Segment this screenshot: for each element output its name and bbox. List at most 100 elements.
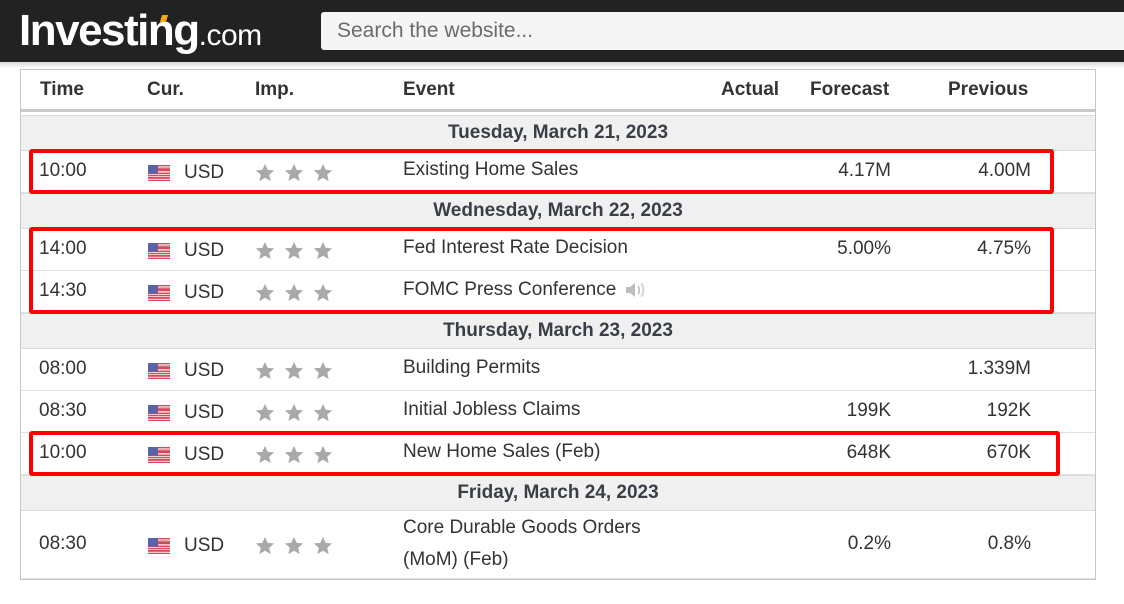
logo-suffix: .com <box>198 19 263 52</box>
event-name[interactable]: Initial Jobless Claims <box>403 399 580 421</box>
star-icon <box>312 444 334 466</box>
column-header-currency[interactable]: Cur. <box>147 79 184 101</box>
importance-stars <box>254 535 334 557</box>
top-navigation-bar: Investing .com <box>0 0 1124 62</box>
star-icon <box>283 402 305 424</box>
event-name-text[interactable]: Fed Interest Rate Decision <box>403 237 628 258</box>
investing-logo[interactable]: Investing .com <box>19 5 262 57</box>
us-flag-icon <box>148 538 170 554</box>
event-name[interactable]: Fed Interest Rate Decision <box>403 237 628 259</box>
event-row[interactable]: 14:30 USD FOMC Press Conference <box>21 271 1095 313</box>
event-name[interactable]: Existing Home Sales <box>403 159 578 181</box>
star-icon <box>312 162 334 184</box>
event-previous: 192K <box>986 400 1031 421</box>
column-header-actual[interactable]: Actual <box>721 79 779 101</box>
event-forecast: 4.17M <box>838 160 891 181</box>
logo-text: Investing <box>19 6 200 55</box>
day-label: Wednesday, March 22, 2023 <box>433 200 683 221</box>
star-icon <box>312 535 334 557</box>
event-currency: USD <box>184 240 225 261</box>
column-header-importance[interactable]: Imp. <box>255 79 294 101</box>
event-name-line2[interactable]: (MoM) (Feb) <box>403 549 509 571</box>
event-forecast: 199K <box>846 400 891 421</box>
search-input[interactable] <box>321 12 1124 50</box>
importance-stars <box>254 240 334 262</box>
day-label: Tuesday, March 21, 2023 <box>447 122 669 143</box>
event-time: 14:30 <box>39 280 87 301</box>
event-forecast: 648K <box>846 442 891 463</box>
table-header-row: Time Cur. Imp. Event Actual Forecast Pre… <box>21 70 1095 112</box>
event-row[interactable]: 10:00 USD New Home Sales (Feb) 648K 670K <box>21 433 1095 475</box>
event-previous: 4.75% <box>977 238 1031 259</box>
star-icon <box>283 162 305 184</box>
event-row[interactable]: 08:30 USD Core Durable Goods Orders (MoM) (… <box>21 511 1095 579</box>
event-name-text[interactable]: New Home Sales (Feb) <box>403 441 600 462</box>
event-time: 08:30 <box>39 400 87 421</box>
event-name[interactable]: FOMC Press Conference <box>403 279 646 301</box>
importance-stars <box>254 282 334 304</box>
event-name-text[interactable]: Building Permits <box>403 357 540 378</box>
event-time: 08:00 <box>39 358 87 379</box>
event-name-text[interactable]: Existing Home Sales <box>403 159 578 180</box>
star-icon <box>254 162 276 184</box>
event-previous: 1.339M <box>967 358 1031 379</box>
event-name-text[interactable]: FOMC Press Conference <box>403 279 616 300</box>
star-icon <box>312 282 334 304</box>
event-time: 10:00 <box>39 160 87 181</box>
importance-stars <box>254 444 334 466</box>
star-icon <box>254 444 276 466</box>
event-name[interactable]: New Home Sales (Feb) <box>403 441 600 463</box>
event-row[interactable]: 14:00 USD Fed Interest Rate Decision 5.00% 4… <box>21 229 1095 271</box>
event-name-text[interactable]: Initial Jobless Claims <box>403 399 580 420</box>
day-label: Thursday, March 23, 2023 <box>443 320 673 341</box>
importance-stars <box>254 162 334 184</box>
column-header-time[interactable]: Time <box>40 79 84 101</box>
star-icon <box>312 402 334 424</box>
day-label: Friday, March 24, 2023 <box>457 482 659 503</box>
day-header-row: Thursday, March 23, 2023 <box>21 313 1095 349</box>
event-forecast: 0.2% <box>847 533 891 554</box>
us-flag-icon <box>148 447 170 463</box>
economic-calendar-table: Time Cur. Imp. Event Actual Forecast Pre… <box>20 69 1096 580</box>
event-currency: USD <box>184 360 225 381</box>
us-flag-icon <box>148 165 170 181</box>
event-time: 08:30 <box>39 533 87 554</box>
event-row[interactable]: 10:00 USD Existing Home Sales 4.17M 4.00M <box>21 151 1095 193</box>
event-row[interactable]: 08:30 USD Initial Jobless Claims 199K 192K <box>21 391 1095 433</box>
us-flag-icon <box>148 243 170 259</box>
star-icon <box>254 402 276 424</box>
event-currency: USD <box>184 282 225 303</box>
star-icon <box>283 282 305 304</box>
star-icon <box>254 535 276 557</box>
star-icon <box>283 535 305 557</box>
column-header-event[interactable]: Event <box>403 79 455 101</box>
day-header-row: Tuesday, March 21, 2023 <box>21 115 1095 151</box>
event-time: 14:00 <box>39 238 87 259</box>
event-name[interactable]: Building Permits <box>403 357 540 379</box>
star-icon <box>254 360 276 382</box>
us-flag-icon <box>148 285 170 301</box>
event-name-line1[interactable]: Core Durable Goods Orders <box>403 517 641 539</box>
column-header-previous[interactable]: Previous <box>948 79 1028 101</box>
day-header-row: Friday, March 24, 2023 <box>21 475 1095 511</box>
star-icon <box>254 282 276 304</box>
us-flag-icon <box>148 405 170 421</box>
event-currency: USD <box>184 162 225 183</box>
us-flag-icon <box>148 363 170 379</box>
star-icon <box>254 240 276 262</box>
star-icon <box>312 360 334 382</box>
event-previous: 0.8% <box>987 533 1031 554</box>
day-header-row: Wednesday, March 22, 2023 <box>21 193 1095 229</box>
event-row[interactable]: 08:00 USD Building Permits 1.339M <box>21 349 1095 391</box>
star-icon <box>312 240 334 262</box>
event-forecast: 5.00% <box>837 238 891 259</box>
event-time: 10:00 <box>39 442 87 463</box>
star-icon <box>283 360 305 382</box>
header-shadow <box>0 62 1124 68</box>
speaker-icon <box>624 280 646 300</box>
star-icon <box>283 444 305 466</box>
event-previous: 4.00M <box>978 160 1031 181</box>
star-icon <box>283 240 305 262</box>
importance-stars <box>254 402 334 424</box>
column-header-forecast[interactable]: Forecast <box>810 79 889 101</box>
